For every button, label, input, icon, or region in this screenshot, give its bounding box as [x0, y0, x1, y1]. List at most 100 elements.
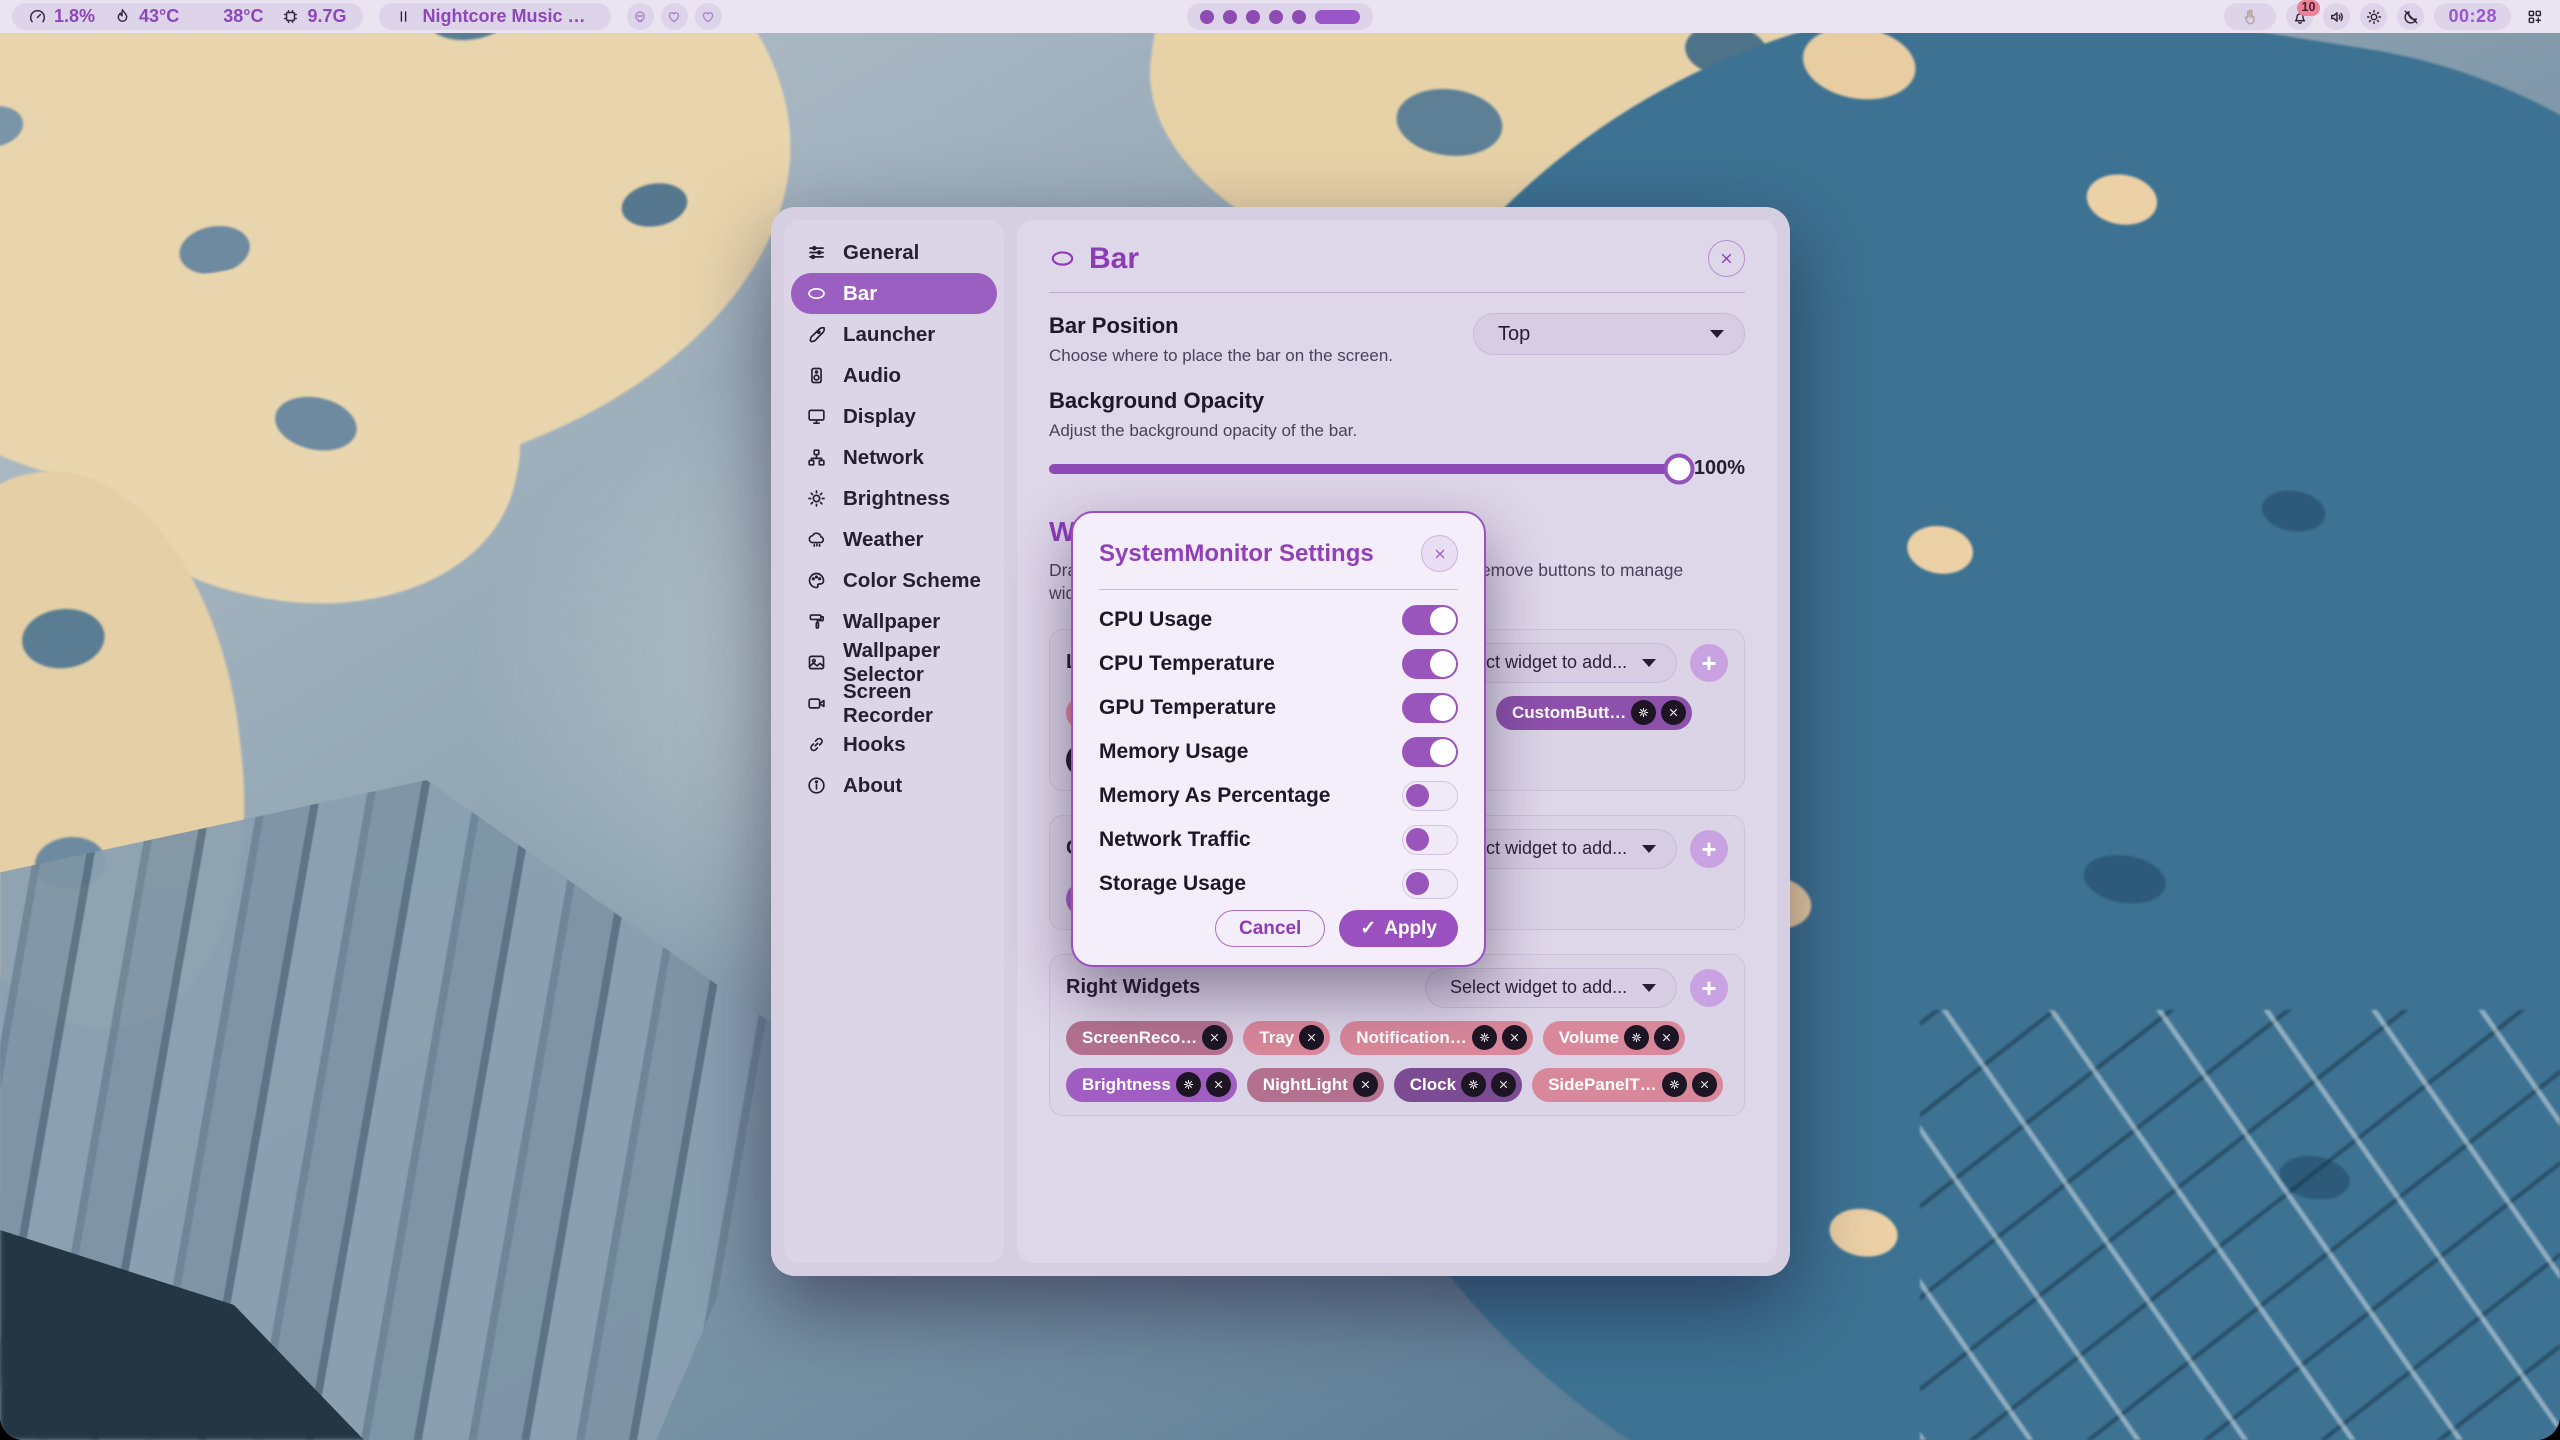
toggle-memory-as-percentage[interactable] [1402, 781, 1458, 811]
brightness-button[interactable] [2360, 3, 2387, 30]
widget-remove-button[interactable] [1502, 1025, 1527, 1050]
widget-settings-button[interactable] [1461, 1072, 1486, 1097]
close-icon [1212, 1078, 1225, 1091]
add-widget-select[interactable]: Select widget to add... [1425, 968, 1677, 1008]
widget-remove-button[interactable] [1692, 1072, 1717, 1097]
media-title: Nightcore Music Mix 20… [423, 6, 595, 27]
stat-flame: 43°C [113, 6, 179, 27]
system-stats-module[interactable]: 1.8%43°C38°C9.7G [12, 3, 363, 30]
clock[interactable]: 00:28 [2434, 3, 2511, 30]
workspace-dot[interactable] [1200, 10, 1214, 24]
stat-value: 43°C [139, 6, 179, 27]
sidebar-item-general[interactable]: General [791, 232, 997, 273]
widget-settings-button[interactable] [1631, 700, 1656, 725]
add-widget-button[interactable]: + [1690, 644, 1728, 682]
widget-chip-notification[interactable]: Notification… [1340, 1021, 1533, 1055]
media-player-module[interactable]: Nightcore Music Mix 20… [379, 3, 611, 30]
sidebar-item-audio[interactable]: Audio [791, 355, 997, 396]
opacity-slider-thumb[interactable] [1663, 453, 1694, 484]
sidebar-item-brightness[interactable]: Brightness [791, 478, 997, 519]
opacity-slider-fill [1049, 464, 1679, 474]
widget-remove-button[interactable] [1206, 1072, 1231, 1097]
close-icon [1660, 1031, 1673, 1044]
widget-chip-custombutt[interactable]: CustomButt… [1496, 696, 1692, 730]
toggle-label: Memory Usage [1099, 740, 1248, 764]
toggle-gpu-temperature[interactable] [1402, 693, 1458, 723]
chip-icon [281, 7, 300, 26]
sidebar-item-label: Audio [843, 364, 901, 388]
close-icon [1359, 1078, 1372, 1091]
widget-chip-clock[interactable]: Clock [1394, 1068, 1522, 1102]
heart-button[interactable] [695, 3, 722, 30]
workspace-dot[interactable] [1292, 10, 1306, 24]
sidebar-item-screen-recorder[interactable]: Screen Recorder [791, 683, 997, 724]
sidebar-item-color-scheme[interactable]: Color Scheme [791, 560, 997, 601]
widget-chip-label: Clock [1410, 1075, 1456, 1095]
bar-position-label: Bar Position [1049, 313, 1393, 339]
background-opacity-description: Adjust the background opacity of the bar… [1049, 421, 1745, 441]
speaker-box-icon [806, 365, 827, 386]
sidebar-item-launcher[interactable]: Launcher [791, 314, 997, 355]
apps-overview-button[interactable] [2521, 3, 2548, 30]
toggle-network-traffic[interactable] [1402, 825, 1458, 855]
gear-icon [1182, 1078, 1195, 1091]
sidebar-item-weather[interactable]: Weather [791, 519, 997, 560]
close-icon [1698, 1078, 1711, 1091]
widget-remove-button[interactable] [1491, 1072, 1516, 1097]
apply-button[interactable]: ✓ Apply [1339, 910, 1458, 947]
sidebar-item-network[interactable]: Network [791, 437, 997, 478]
close-icon [1432, 546, 1448, 562]
display-icon [197, 7, 216, 26]
night-light-button[interactable] [2397, 3, 2424, 30]
modal-close-button[interactable] [1421, 535, 1458, 572]
toggle-row-gpu-temperature: GPU Temperature [1099, 686, 1458, 730]
widget-remove-button[interactable] [1353, 1072, 1378, 1097]
heart-button[interactable] [661, 3, 688, 30]
sidebar-item-display[interactable]: Display [791, 396, 997, 437]
widget-chip-tray[interactable]: Tray [1243, 1021, 1330, 1055]
add-widget-button[interactable]: + [1690, 830, 1728, 868]
toggle-cpu-temperature[interactable] [1402, 649, 1458, 679]
sidebar-item-bar[interactable]: Bar [791, 273, 997, 314]
widget-settings-button[interactable] [1472, 1025, 1497, 1050]
bar-position-select[interactable]: Top [1473, 313, 1745, 355]
widget-chip-screenreco[interactable]: ScreenReco… [1066, 1021, 1233, 1055]
modal-header: SystemMonitor Settings [1099, 535, 1458, 572]
widget-settings-button[interactable] [1624, 1025, 1649, 1050]
close-icon [1208, 1031, 1221, 1044]
workspace-dot[interactable] [1246, 10, 1260, 24]
window-close-button[interactable] [1708, 240, 1745, 277]
workspace-dot[interactable] [1223, 10, 1237, 24]
sidebar-item-wallpaper[interactable]: Wallpaper [791, 601, 997, 642]
toggle-memory-usage[interactable] [1402, 737, 1458, 767]
widget-settings-button[interactable] [1662, 1072, 1687, 1097]
add-widget-button[interactable]: + [1690, 969, 1728, 1007]
notifications-button[interactable]: 10 [2286, 3, 2313, 30]
sidebar-item-wallpaper-selector[interactable]: Wallpaper Selector [791, 642, 997, 683]
stat-value: 9.7G [307, 6, 346, 27]
widget-chip-brightness[interactable]: Brightness [1066, 1068, 1237, 1102]
widget-remove-button[interactable] [1661, 700, 1686, 725]
widget-chip-sidepanelt[interactable]: SidePanelT… [1532, 1068, 1723, 1102]
tray-app-button[interactable] [2224, 3, 2276, 30]
gear-icon [1467, 1078, 1480, 1091]
toggle-storage-usage[interactable] [1402, 869, 1458, 899]
widget-remove-button[interactable] [1202, 1025, 1227, 1050]
sidebar-item-hooks[interactable]: Hooks [791, 724, 997, 765]
bar-pill-icon [806, 283, 827, 304]
widget-remove-button[interactable] [1654, 1025, 1679, 1050]
hand-peace-icon [2240, 7, 2260, 27]
widget-chip-nightlight[interactable]: NightLight [1247, 1068, 1384, 1102]
skull-button[interactable] [627, 3, 654, 30]
widget-remove-button[interactable] [1299, 1025, 1324, 1050]
cancel-button[interactable]: Cancel [1215, 910, 1325, 947]
workspace-indicator[interactable] [1187, 3, 1373, 30]
widget-chip-volume[interactable]: Volume [1543, 1021, 1685, 1055]
toggle-cpu-usage[interactable] [1402, 605, 1458, 635]
widget-settings-button[interactable] [1176, 1072, 1201, 1097]
sidebar-item-about[interactable]: About [791, 765, 997, 806]
opacity-slider[interactable] [1049, 464, 1679, 474]
workspace-dot[interactable] [1269, 10, 1283, 24]
workspace-active[interactable] [1315, 10, 1360, 24]
volume-button[interactable] [2323, 3, 2350, 30]
